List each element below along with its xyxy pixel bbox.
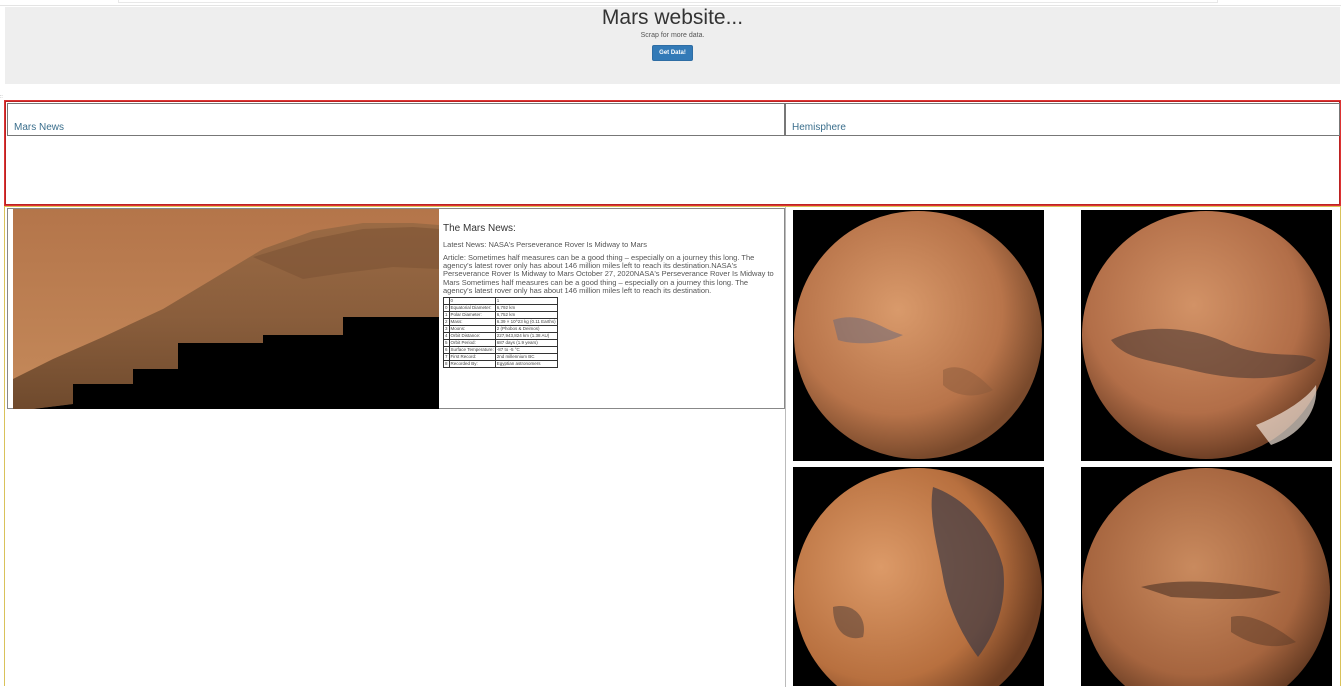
fact-label: Recorded By:	[448, 360, 496, 369]
fact-label: First Record:	[448, 353, 496, 362]
mars-globe-illustration	[1081, 467, 1332, 686]
mars-news-header: Mars News	[7, 103, 785, 136]
fact-value: -87 to -5 °C	[494, 346, 558, 355]
hemisphere-image-schiaparelli	[1081, 210, 1332, 461]
hemisphere-image-valles-marineris	[1081, 467, 1332, 686]
mars-globe-illustration	[793, 467, 1044, 686]
fact-value: 6,792 km	[494, 304, 558, 313]
column-divider	[785, 207, 786, 687]
mars-globe-illustration	[1081, 210, 1332, 461]
tiny-mark: ::	[0, 94, 3, 100]
fact-label: Orbit Distance:	[448, 332, 496, 341]
content-area: The Mars News: Latest News: NASA's Perse…	[4, 206, 1341, 687]
table-row: 3 Moons: 2 (Phobos & Deimos)	[443, 325, 558, 334]
fact-label: Mass:	[448, 318, 496, 327]
section-headers: Mars News Hemisphere	[4, 100, 1341, 206]
facts-col0-header: 0	[448, 297, 496, 306]
article-body: Sometimes half measures can be a good th…	[443, 253, 774, 295]
mars-facts-table: 0 1 0 Equatorial Diameter: 6,792 km 1 Polar…	[443, 297, 558, 369]
fact-label: Moons:	[448, 325, 496, 334]
hemisphere-image-syrtis-major	[793, 467, 1044, 686]
fact-value: 687 days (1.9 years)	[494, 339, 558, 348]
table-row: 5 Orbit Period: 687 days (1.9 years)	[443, 339, 558, 348]
table-row: 1 Polar Diameter: 6,752 km	[443, 311, 558, 320]
table-row: 2 Mass: 6.39 × 10^23 kg (0.11 Earths)	[443, 318, 558, 327]
news-article: Article: Sometimes half measures can be …	[443, 253, 779, 295]
table-row: 8 Recorded By: Egyptian astronomers	[443, 360, 558, 369]
hemisphere-image-cerberus	[793, 210, 1044, 461]
latest-news-title: NASA's Perseverance Rover Is Midway to M…	[488, 240, 648, 249]
fact-value: 6,752 km	[494, 311, 558, 320]
table-row: 7 First Record: 2nd millennium BC	[443, 353, 558, 362]
latest-news: Latest News: NASA's Perseverance Rover I…	[443, 240, 779, 249]
page-subtitle: Scrap for more data.	[640, 32, 705, 39]
news-text: The Mars News: Latest News: NASA's Perse…	[443, 223, 779, 369]
mars-news-header-label: Mars News	[14, 122, 65, 133]
facts-col1-header: 1	[494, 297, 558, 306]
table-row: 0 Equatorial Diameter: 6,792 km	[443, 304, 558, 313]
mars-landscape-illustration	[13, 209, 439, 409]
hemisphere-header: Hemisphere	[785, 103, 1340, 136]
mars-globe-illustration	[793, 210, 1044, 461]
fact-value: 6.39 × 10^23 kg (0.11 Earths)	[494, 318, 558, 327]
jumbotron: Mars website... Scrap for more data. Get…	[5, 7, 1340, 84]
fact-label: Equatorial Diameter:	[448, 304, 496, 313]
fact-value: 227,943,824 km (1.38 AU)	[494, 332, 558, 341]
top-strip-bar	[118, 0, 1218, 3]
page-title: Mars website...	[601, 6, 744, 29]
latest-news-prefix: Latest News:	[443, 240, 489, 249]
table-row: 4 Orbit Distance: 227,943,824 km (1.38 AU)	[443, 332, 558, 341]
fact-label: Surface Temperature:	[448, 346, 496, 355]
facts-header-row: 0 1	[443, 297, 558, 306]
table-row: 6 Surface Temperature: -87 to -5 °C	[443, 346, 558, 355]
news-panel: The Mars News: Latest News: NASA's Perse…	[7, 208, 785, 409]
fact-value: 2nd millennium BC	[494, 353, 558, 362]
fact-label: Orbit Period:	[448, 339, 496, 348]
get-data-button[interactable]: Get Data!	[652, 45, 693, 61]
fact-label: Polar Diameter:	[448, 311, 496, 320]
news-heading: The Mars News:	[443, 223, 516, 234]
hemisphere-header-label: Hemisphere	[792, 122, 846, 133]
fact-value: Egyptian astronomers	[494, 360, 558, 369]
fact-value: 2 (Phobos & Deimos)	[494, 325, 558, 334]
mars-landscape-image	[13, 209, 439, 409]
